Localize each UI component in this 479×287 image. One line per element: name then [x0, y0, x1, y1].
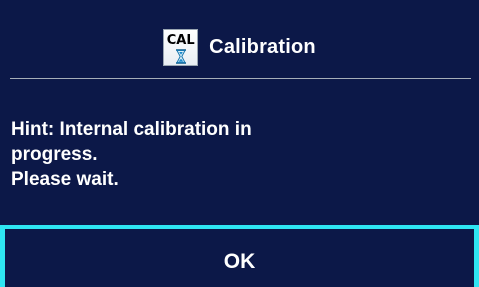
header-divider: [10, 78, 471, 79]
calibration-dialog: CAL Calibration Hint: Internal calibrati…: [0, 0, 479, 287]
dialog-title: Calibration: [209, 35, 316, 58]
hourglass-icon: [176, 48, 187, 64]
message-line: progress.: [11, 144, 98, 165]
title-bar: CAL Calibration: [0, 27, 479, 67]
dialog-header: CAL Calibration: [0, 0, 479, 78]
cal-icon-label: CAL: [166, 32, 195, 48]
message-line: Hint: Internal calibration in: [11, 119, 252, 140]
calibration-hourglass-icon: CAL: [163, 28, 199, 66]
message-line: Please wait.: [11, 169, 119, 190]
ok-button-label: OK: [223, 250, 256, 273]
ok-button[interactable]: OK: [0, 225, 479, 287]
hint-message: Hint: Internal calibration in progress. …: [11, 117, 471, 192]
